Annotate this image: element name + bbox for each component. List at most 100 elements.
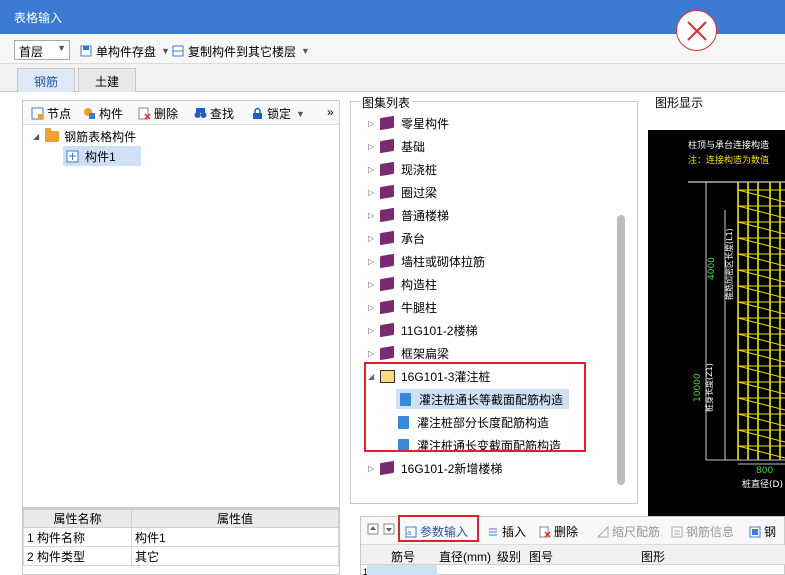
atlas-item[interactable]: ▷ 构造柱 bbox=[368, 274, 437, 294]
expand-icon: ◢ bbox=[33, 131, 40, 141]
tree-root-label: 钢筋表格构件 bbox=[64, 129, 137, 144]
table-row[interactable]: 1 构件名称 构件1 bbox=[23, 527, 339, 547]
floor-select-value: 首层 bbox=[19, 45, 44, 59]
stirrup-line bbox=[737, 429, 785, 443]
atlas-item[interactable]: ▷ 框架扁梁 bbox=[368, 343, 449, 363]
property-name: 1 构件名称 bbox=[23, 527, 132, 547]
atlas-item[interactable]: ▷ 承台 bbox=[368, 228, 425, 248]
rebar-table-header: 筋号 直径(mm) 级别 图号 图形 bbox=[361, 545, 785, 565]
tab-rebar[interactable]: 钢筋 bbox=[17, 68, 76, 92]
properties-table: 属性名称 属性值 1 构件名称 构件1 2 构件类型 其它 bbox=[22, 508, 340, 575]
delete-rebar-button[interactable]: 删除 bbox=[539, 523, 578, 540]
atlas-item[interactable]: ▷ 现浇桩 bbox=[368, 159, 437, 179]
expand-arrow-icon: ▷ bbox=[368, 256, 375, 266]
component-node-icon bbox=[66, 150, 79, 162]
atlas-item[interactable]: ▷ 墙柱或砌体拉筋 bbox=[368, 251, 485, 271]
highlight-box-param-input bbox=[398, 515, 479, 542]
stirrup-line bbox=[737, 349, 785, 363]
insert-button[interactable]: 插入 bbox=[487, 523, 526, 540]
close-button[interactable] bbox=[676, 10, 717, 51]
add-component-button[interactable]: 构件 bbox=[83, 105, 123, 122]
stirrup-line bbox=[737, 381, 785, 395]
component-toolbar: 节点 构件 删除 查找 锁定 ▼ » bbox=[23, 101, 339, 125]
stirrup-line bbox=[737, 365, 785, 379]
main-toolbar: 首层 ▼ 单构件存盘 ▼ 复制构件到其它楼层 ▼ bbox=[0, 34, 785, 64]
close-icon bbox=[687, 21, 707, 41]
copy-component-button[interactable]: 复制构件到其它楼层 ▼ bbox=[172, 43, 310, 59]
book-icon bbox=[380, 230, 394, 246]
add-node-button[interactable]: 节点 bbox=[31, 105, 71, 122]
expand-arrow-icon: ▷ bbox=[368, 302, 375, 312]
atlas-item[interactable]: ▷ 16G101-2新增楼梯 bbox=[368, 458, 502, 478]
property-value[interactable]: 其它 bbox=[131, 546, 339, 566]
pile-drawing: 柱顶与承台连接构造 注：连接构造为数值 4000 箍筋加密区长度(L1) 100… bbox=[688, 139, 785, 490]
delete-component-label: 删除 bbox=[154, 107, 179, 121]
book-icon bbox=[380, 184, 394, 200]
move-down-button[interactable] bbox=[383, 523, 398, 535]
dim-bottom: 800 bbox=[756, 466, 773, 476]
atlas-scrollbar[interactable] bbox=[617, 215, 625, 485]
copy-component-label: 复制构件到其它楼层 bbox=[188, 44, 297, 59]
stirrup-line bbox=[737, 413, 785, 427]
floor-select[interactable]: 首层 ▼ bbox=[14, 40, 70, 60]
tree-item-component1[interactable]: 构件1 bbox=[63, 146, 141, 166]
col-rebar-no: 筋号 bbox=[391, 550, 416, 564]
binoculars-icon bbox=[194, 108, 207, 118]
stirrup-line bbox=[737, 269, 785, 283]
atlas-item-label: 框架扁梁 bbox=[401, 346, 450, 361]
property-name-text: 构件类型 bbox=[37, 549, 86, 564]
tab-bar: 钢筋 土建 bbox=[0, 64, 785, 92]
row-number: 2 bbox=[27, 549, 34, 564]
rebar-icon bbox=[749, 526, 761, 537]
expand-arrow-icon: ▷ bbox=[368, 348, 375, 358]
col-grade: 级别 bbox=[497, 550, 522, 564]
tab-civil[interactable]: 土建 bbox=[78, 68, 137, 92]
atlas-item-label: 基础 bbox=[401, 139, 426, 154]
atlas-item-label: 构造柱 bbox=[401, 277, 438, 292]
book-icon bbox=[380, 161, 394, 177]
property-value[interactable]: 构件1 bbox=[131, 527, 339, 547]
atlas-item-label: 16G101-2新增楼梯 bbox=[401, 461, 503, 476]
row-number: 1 bbox=[27, 530, 34, 545]
arrow-down-icon bbox=[383, 523, 395, 535]
book-icon bbox=[380, 299, 394, 315]
lock-button[interactable]: 锁定 ▼ bbox=[251, 105, 305, 122]
lock-icon bbox=[253, 107, 262, 119]
more-button[interactable]: » bbox=[327, 105, 334, 119]
scale-icon bbox=[597, 525, 609, 537]
col-diameter: 直径(mm) bbox=[439, 550, 491, 564]
atlas-item[interactable]: ▷ 普通楼梯 bbox=[368, 205, 449, 225]
lock-label: 锁定 bbox=[267, 107, 292, 121]
rebar-info-button[interactable]: 钢筋信息 bbox=[671, 523, 734, 540]
table-row[interactable]: 2 构件类型 其它 bbox=[23, 546, 339, 566]
atlas-item-label: 圈过梁 bbox=[401, 185, 438, 200]
dim-top: 4000 bbox=[707, 257, 717, 280]
book-icon bbox=[380, 138, 394, 154]
delete-component-button[interactable]: 删除 bbox=[138, 105, 178, 122]
delete-icon bbox=[539, 526, 551, 538]
book-icon bbox=[380, 345, 394, 361]
atlas-item[interactable]: ▷ 牛腿柱 bbox=[368, 297, 437, 317]
tree-root[interactable]: ◢ 钢筋表格构件 bbox=[33, 126, 136, 146]
graph-note-1: 柱顶与承台连接构造 bbox=[688, 139, 769, 151]
tab-civil-label: 土建 bbox=[95, 75, 120, 89]
selected-cell[interactable] bbox=[367, 565, 437, 575]
rebar-button[interactable]: 钢 bbox=[749, 523, 776, 540]
save-component-button[interactable]: 单构件存盘 ▼ bbox=[80, 43, 170, 59]
book-icon bbox=[380, 253, 394, 269]
tab-rebar-label: 钢筋 bbox=[34, 75, 59, 89]
column-header-value: 属性值 bbox=[131, 509, 339, 528]
atlas-item-label: 普通楼梯 bbox=[401, 208, 450, 223]
scale-rebar-button[interactable]: 缩尺配筋 bbox=[597, 523, 660, 540]
atlas-item[interactable]: ▷ 圈过梁 bbox=[368, 182, 437, 202]
atlas-list-title: 图集列表 bbox=[360, 94, 413, 111]
atlas-item[interactable]: ▷ 11G101-2楼梯 bbox=[368, 320, 477, 340]
atlas-item[interactable]: ▷ 基础 bbox=[368, 136, 425, 156]
stirrup-line bbox=[737, 221, 785, 235]
folder-icon bbox=[45, 127, 60, 142]
atlas-item[interactable]: ▷ 零星构件 bbox=[368, 113, 449, 133]
atlas-item-label: 牛腿柱 bbox=[401, 300, 438, 315]
find-button[interactable]: 查找 bbox=[194, 105, 234, 122]
stirrup-line bbox=[737, 253, 785, 267]
move-up-button[interactable] bbox=[367, 523, 382, 535]
